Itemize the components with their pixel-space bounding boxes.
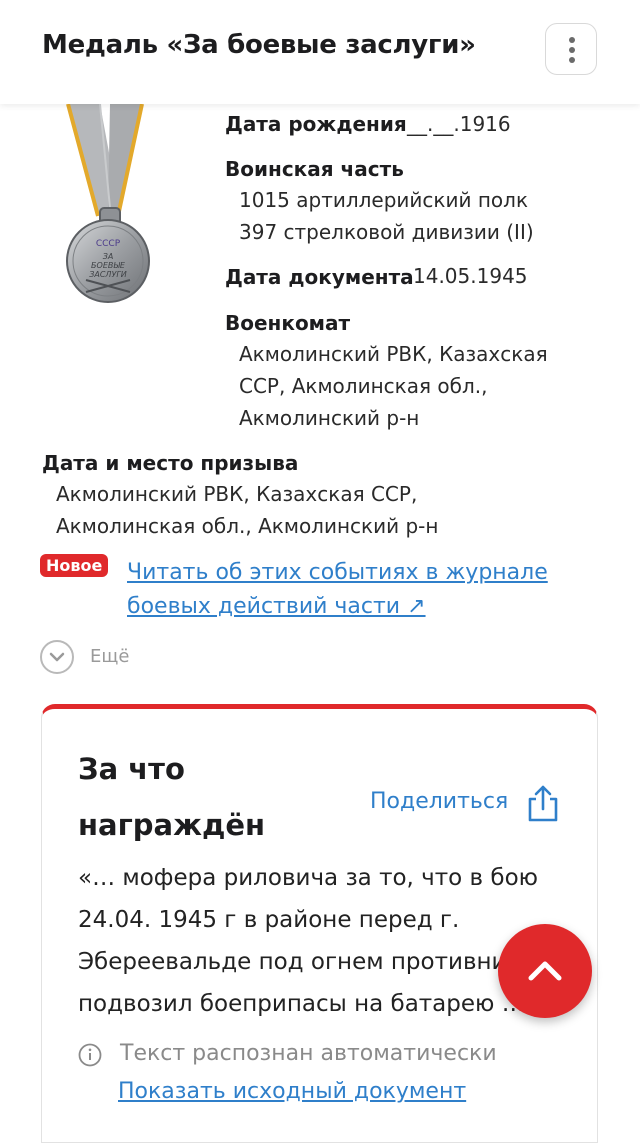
share-button[interactable]: Поделиться xyxy=(370,789,508,814)
commissariat-line-1: Акмолинский РВК, Казахская xyxy=(239,342,548,366)
more-toggle[interactable]: Ещё xyxy=(40,638,160,678)
auto-note-text: Текст распознан автоматически xyxy=(120,1041,497,1066)
menu-dot-icon xyxy=(569,37,575,43)
birth-date-value: __.__.1916 xyxy=(407,112,511,136)
medal-text-line2: ЗА xyxy=(103,252,114,261)
medal-text-line3: БОЕВЫЕ xyxy=(91,261,126,270)
commissariat-line-3: Акмолинский р-н xyxy=(239,406,420,430)
more-label: Ещё xyxy=(90,646,130,667)
unit-line-2: 397 стрелковой дивизии (II) xyxy=(239,220,534,244)
chevron-up-icon xyxy=(528,961,562,981)
page-title: Медаль «За боевые заслуги» xyxy=(42,30,476,60)
more-menu-button[interactable] xyxy=(545,23,597,75)
chevron-down-icon xyxy=(40,640,74,674)
birth-date-label: Дата рождения xyxy=(225,112,407,136)
medal-text-line1: СССР xyxy=(96,239,121,249)
menu-dot-icon xyxy=(569,47,575,53)
medal-image: СССР ЗА БОЕВЫЕ ЗАСЛУГИ xyxy=(66,104,150,303)
document-date-value: 14.05.1945 xyxy=(413,264,528,288)
medal-text-line4: ЗАСЛУГИ xyxy=(89,270,127,279)
app-header: Медаль «За боевые заслуги» xyxy=(0,0,640,104)
card-title: За что награждён xyxy=(78,752,266,842)
draft-label: Дата и место призыва xyxy=(42,451,299,475)
unit-label: Воинская часть xyxy=(225,157,404,181)
journal-link[interactable]: Читать об этих событиях в журнале боевых… xyxy=(127,556,557,624)
draft-line-1: Акмолинский РВК, Казахская ССР, xyxy=(56,482,418,506)
commissariat-label: Военкомат xyxy=(225,311,351,335)
draft-line-2: Акмолинская обл., Акмолинский р-н xyxy=(56,514,439,538)
share-icon[interactable] xyxy=(526,783,560,823)
menu-dot-icon xyxy=(569,57,575,63)
show-original-document-link[interactable]: Показать исходный документ xyxy=(118,1079,466,1104)
info-icon xyxy=(78,1043,102,1067)
commissariat-line-2: ССР, Акмолинская обл., xyxy=(239,374,488,398)
new-badge: Новое xyxy=(40,554,109,577)
scroll-to-top-button[interactable] xyxy=(498,924,592,1018)
document-date-label: Дата документа xyxy=(225,265,414,289)
unit-line-1: 1015 артиллерийский полк xyxy=(239,188,529,212)
award-reason-text: «… мофера риловича за то, что в бою 24.0… xyxy=(78,865,539,1017)
